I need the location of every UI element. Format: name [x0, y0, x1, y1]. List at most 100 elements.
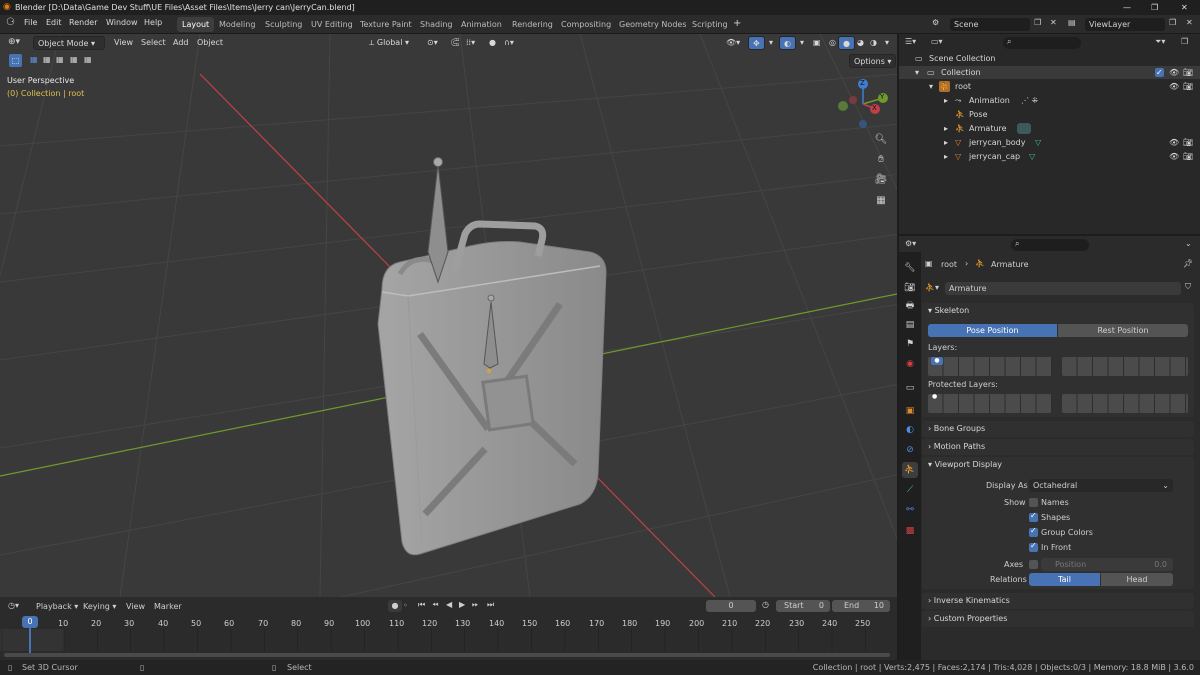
relations-tail-button[interactable]: Tail: [1029, 573, 1100, 586]
outliner-row-jerrycan-body[interactable]: ▸ ▽ jerrycan_body ▽ 👁︎ 📷︎: [899, 136, 1200, 149]
tab-geometry-nodes[interactable]: Geometry Nodes: [614, 17, 691, 32]
viewport-menu-select[interactable]: Select: [137, 36, 170, 50]
select-mode-invert-icon[interactable]: ▦: [70, 55, 78, 64]
body-visibility-icon[interactable]: 👁︎: [1169, 136, 1179, 149]
ortho-toggle-icon[interactable]: ▦: [873, 195, 889, 206]
tab-rendering[interactable]: Rendering: [507, 17, 558, 32]
outliner-row-pose[interactable]: ⛹ Pose: [899, 108, 1200, 121]
shading-dropdown-icon[interactable]: ▾: [881, 36, 893, 50]
new-collection-icon[interactable]: ❐: [1181, 37, 1188, 46]
tab-scene-icon[interactable]: ⚑: [902, 336, 918, 352]
tab-texture-icon[interactable]: ▩: [902, 523, 918, 539]
layers-grid-right[interactable]: [1062, 357, 1188, 376]
menu-render[interactable]: Render: [69, 18, 97, 27]
tab-tool-icon[interactable]: 🔧︎: [902, 260, 918, 276]
xray-icon[interactable]: ▣: [809, 36, 825, 50]
tab-scripting[interactable]: Scripting: [687, 17, 733, 32]
falloff-icon[interactable]: ∩▾: [500, 36, 518, 50]
scene-icon[interactable]: ⚙: [932, 18, 939, 27]
collection-exclude-checkbox[interactable]: [1155, 66, 1164, 79]
snap-target-icon[interactable]: ⁞⁞▾: [462, 36, 479, 50]
filter-icon[interactable]: ⏷▾: [1155, 37, 1165, 47]
zoom-icon[interactable]: 🔍︎: [873, 134, 889, 145]
display-as-dropdown[interactable]: Octahedral ⌄: [1029, 479, 1173, 492]
viewport-menu-object[interactable]: Object: [193, 36, 227, 50]
add-workspace-icon[interactable]: +: [733, 18, 741, 29]
collection-visibility-icon[interactable]: 👁︎: [1169, 66, 1179, 79]
data-type-icon[interactable]: ⛹▾: [925, 283, 939, 292]
select-mode-extend-icon[interactable]: ▦: [43, 55, 51, 64]
tab-sculpting[interactable]: Sculpting: [260, 17, 307, 32]
tab-bone-icon[interactable]: ⟋: [902, 482, 918, 498]
tab-bone-constraints-icon[interactable]: ⚯: [902, 502, 918, 518]
start-frame-field[interactable]: Start 0: [776, 600, 830, 612]
play-icon[interactable]: ▶: [459, 600, 465, 609]
viewport-menu-view[interactable]: View: [110, 36, 137, 50]
timeline-menu-keying[interactable]: Keying ▾: [83, 602, 116, 611]
tab-physics-icon[interactable]: ◐: [902, 422, 918, 438]
protected-layers-grid-right[interactable]: [1062, 394, 1188, 413]
mode-dropdown[interactable]: Object Mode ▾: [33, 36, 105, 50]
protected-layers-grid-left[interactable]: [928, 394, 1052, 413]
tab-world-icon[interactable]: ◉: [902, 356, 918, 372]
select-mode-intersect-icon[interactable]: ▦: [84, 55, 92, 64]
tab-uv-editing[interactable]: UV Editing: [306, 17, 358, 32]
cap-visibility-icon[interactable]: 👁︎: [1169, 150, 1179, 163]
playhead[interactable]: 0: [22, 616, 38, 628]
root-render-icon[interactable]: 📷︎: [1183, 80, 1193, 93]
properties-options-icon[interactable]: ⌄: [1185, 239, 1192, 248]
collection-render-icon[interactable]: 📷︎: [1183, 66, 1193, 79]
root-visibility-icon[interactable]: 👁︎: [1169, 80, 1179, 93]
pin-icon[interactable]: 📌︎: [1183, 259, 1193, 268]
viewport-scene[interactable]: [0, 34, 897, 597]
menu-window[interactable]: Window: [106, 18, 138, 27]
tab-object-icon[interactable]: ▣: [902, 403, 918, 419]
inverse-kinematics-header[interactable]: › Inverse Kinematics: [922, 593, 1194, 609]
group-colors-checkbox[interactable]: [1029, 526, 1038, 537]
camera-view-icon[interactable]: 🎥︎: [873, 174, 889, 185]
shapes-checkbox[interactable]: [1029, 511, 1038, 522]
expand-cap-icon[interactable]: ▸: [944, 150, 948, 163]
axes-checkbox[interactable]: [1029, 560, 1038, 569]
properties-editor-icon[interactable]: ⚙▾: [905, 239, 916, 248]
relations-head-button[interactable]: Head: [1101, 573, 1173, 586]
tab-shading[interactable]: Shading: [415, 17, 458, 32]
tab-constraints-icon[interactable]: ⊘: [902, 442, 918, 458]
prev-keyframe-icon[interactable]: ⏪︎: [432, 600, 438, 610]
delete-view-layer-icon[interactable]: ✕: [1186, 18, 1193, 27]
custom-properties-panel[interactable]: › Custom Properties: [922, 611, 1194, 627]
pivot-point-icon[interactable]: ⊙▾: [423, 36, 442, 50]
navigation-gizmo[interactable]: Z Y X: [835, 78, 891, 130]
motion-paths-panel[interactable]: › Motion Paths: [922, 439, 1194, 455]
expand-animation-icon[interactable]: ▸: [944, 94, 948, 107]
scene-field[interactable]: Scene: [950, 18, 1030, 31]
cap-render-icon[interactable]: 📷︎: [1183, 150, 1193, 163]
axes-position-field[interactable]: Position 0.0: [1041, 558, 1173, 571]
end-frame-field[interactable]: End 10: [832, 600, 890, 612]
data-name-field[interactable]: Armature: [945, 282, 1181, 295]
timeline-menu-marker[interactable]: Marker: [154, 602, 182, 611]
select-tool-icon[interactable]: ⬚: [9, 54, 22, 67]
rendered-shading-icon[interactable]: ◑: [866, 36, 881, 50]
outliner-editor-icon[interactable]: ☰▾: [905, 37, 916, 46]
transform-orientation-dropdown[interactable]: ⟂ Global ▾: [365, 36, 413, 50]
viewport-display-header[interactable]: ▾ Viewport Display: [922, 457, 1194, 473]
record-icon[interactable]: ●: [388, 600, 402, 612]
blender-menu-icon[interactable]: ⚆: [6, 17, 15, 28]
outliner-search-input[interactable]: ⌕: [1003, 37, 1081, 49]
in-front-checkbox[interactable]: [1029, 541, 1038, 552]
new-view-layer-icon[interactable]: ❐: [1169, 18, 1176, 27]
skeleton-header[interactable]: ▾ Skeleton: [922, 303, 1194, 319]
current-frame-field[interactable]: 0: [706, 600, 756, 612]
outliner-row-armature[interactable]: ▸ ⛹ Armature: [899, 122, 1200, 135]
tab-layout[interactable]: Layout: [177, 17, 215, 32]
pan-icon[interactable]: ✋︎: [873, 154, 889, 165]
gizmo-dropdown-icon[interactable]: ▾: [765, 36, 777, 50]
tab-view-layer-icon[interactable]: ▤: [902, 317, 918, 333]
view-layer-icon[interactable]: ▤: [1068, 18, 1076, 27]
tab-compositing[interactable]: Compositing: [556, 17, 616, 32]
delete-scene-icon[interactable]: ✕: [1050, 18, 1057, 27]
pose-position-button[interactable]: Pose Position: [928, 324, 1057, 337]
inverse-kinematics-panel[interactable]: › Inverse Kinematics: [922, 593, 1194, 609]
display-mode-icon[interactable]: ▭▾: [931, 37, 943, 46]
